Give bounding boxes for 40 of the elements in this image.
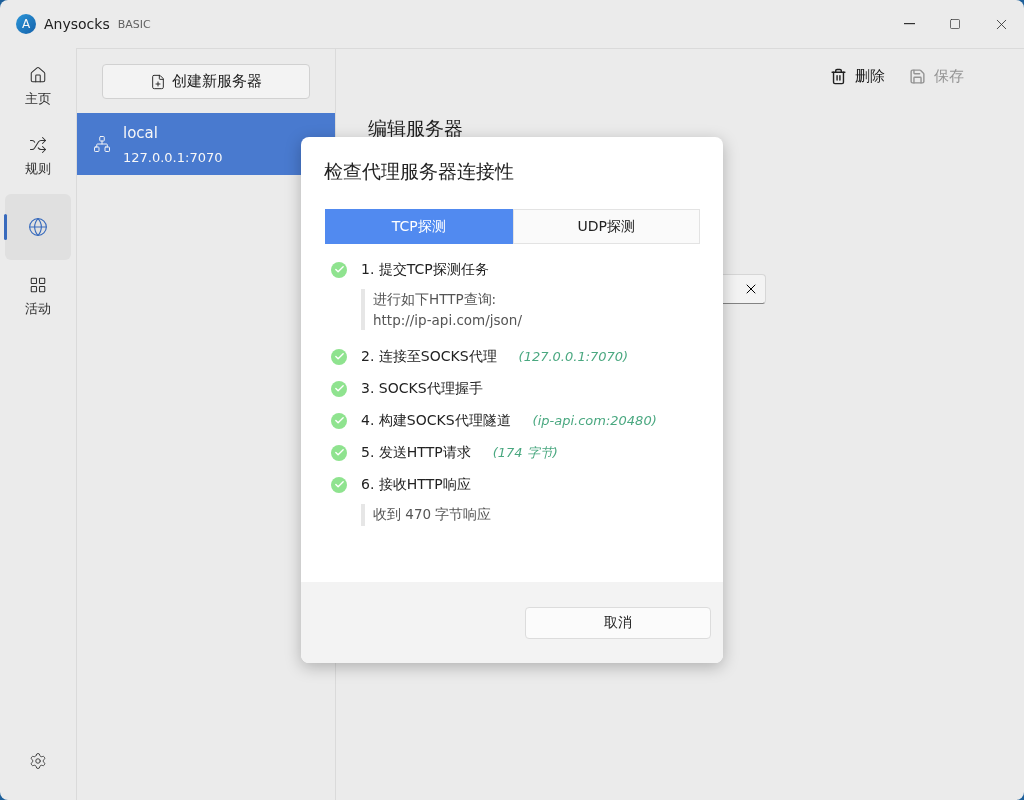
shuffle-icon	[29, 136, 47, 154]
editor-heading: 编辑服务器	[368, 116, 464, 141]
nav-label: 主页	[25, 90, 51, 108]
step-text: 5. 发送HTTP请求	[361, 443, 471, 462]
server-address: 127.0.0.1:7070	[123, 149, 223, 165]
step-detail: (174 字节)	[492, 443, 558, 462]
tab[interactable]: UDP探测	[512, 209, 700, 244]
app-logo: A	[16, 14, 36, 34]
settings-icon[interactable]	[29, 752, 47, 770]
step-detail: (ip-api.com:20480)	[532, 413, 657, 428]
step-text: 2. 连接至SOCKS代理	[361, 347, 497, 366]
trash-icon	[830, 68, 847, 85]
server-name: local	[123, 123, 159, 142]
cancel-button[interactable]: 取消	[525, 606, 711, 639]
step-text: 3. SOCKS代理握手	[361, 379, 483, 398]
note-line: 收到 470 字节响应	[373, 506, 493, 524]
file-plus-icon	[150, 73, 166, 90]
delete-button[interactable]: 删除	[830, 67, 885, 86]
globe-icon	[28, 217, 48, 237]
maximize-icon	[949, 18, 961, 30]
step-text: 4. 构建SOCKS代理隧道	[361, 411, 511, 430]
nav-item[interactable]: 主页	[5, 54, 71, 120]
nav-item[interactable]: 规则	[5, 124, 71, 190]
step-text: 6. 接收HTTP响应	[361, 475, 471, 494]
network-icon	[93, 135, 111, 153]
home-icon	[29, 66, 47, 84]
nav-label: 活动	[25, 300, 51, 318]
app-title: Anysocks	[44, 16, 110, 32]
nav-item[interactable]: 活动	[5, 264, 71, 330]
nav-item[interactable]	[5, 194, 71, 260]
save-icon	[909, 68, 926, 85]
note-line: http://ip-api.com/json/	[373, 312, 523, 328]
grid-icon	[29, 276, 47, 294]
nav-label: 规则	[25, 160, 51, 178]
step-detail: (127.0.0.1:7070)	[518, 349, 629, 364]
step-text: 1. 提交TCP探测任务	[361, 260, 489, 279]
create-server-button[interactable]: 创建新服务器	[102, 64, 310, 99]
edition-label: BASIC	[117, 17, 151, 31]
note-line: 进行如下HTTP查询:	[373, 291, 498, 309]
minimize-icon	[903, 23, 915, 25]
